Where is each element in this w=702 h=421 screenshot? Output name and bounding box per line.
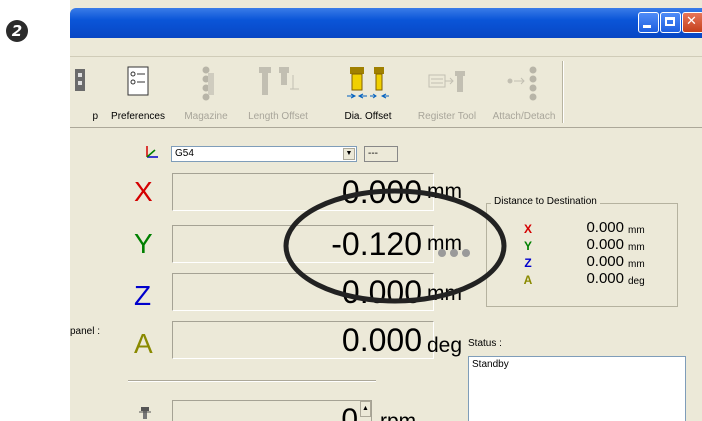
distance-x-letter: X	[523, 222, 532, 236]
toolbar-item-label: Dia. Offset	[344, 111, 392, 122]
spindle-up-arrow[interactable]: ▲	[360, 401, 371, 417]
axis-a-value: 0.000	[341, 322, 422, 358]
truncated-icon	[75, 69, 85, 91]
highlight-ellipse	[283, 188, 507, 304]
status-value: Standby	[472, 359, 509, 370]
dia-offset-icon	[347, 67, 389, 99]
toolbar-item-label: p	[92, 111, 98, 122]
axis-a-letter: A	[134, 328, 153, 359]
distance-y-letter: Y	[523, 239, 532, 253]
toolbar-attach-detach[interactable]: Attach/Detach	[486, 57, 562, 127]
attach-detach-icon	[507, 66, 537, 101]
axis-z-letter: Z	[134, 280, 152, 311]
toolbar: p Preferences Magazine Length Offset Dia…	[70, 57, 702, 128]
distance-a-unit: deg	[628, 276, 645, 287]
spindle-speed-unit: rpm	[380, 410, 416, 421]
toolbar-magazine[interactable]: Magazine	[178, 57, 234, 127]
magazine-icon	[202, 66, 214, 101]
work-coordinate-value: G54	[175, 148, 194, 159]
toolbar-item-label: Length Offset	[248, 111, 308, 122]
close-button[interactable]	[682, 12, 702, 33]
preferences-icon	[127, 66, 149, 96]
distance-z-unit: mm	[628, 259, 645, 270]
panel-label: panel :	[70, 326, 101, 337]
distance-x-value: 0.000	[586, 219, 624, 236]
distance-a-letter: A	[523, 273, 533, 287]
distance-z-letter: Z	[524, 256, 532, 270]
axis-y-letter: Y	[134, 228, 153, 259]
menu-bar	[70, 38, 702, 57]
toolbar-item-label: Preferences	[111, 111, 165, 122]
toolbar-item-label: Magazine	[184, 111, 228, 122]
work-coordinate-select[interactable]: G54 ▼	[171, 146, 357, 162]
axis-x-letter: X	[134, 176, 153, 207]
toolbar-length-offset[interactable]: Length Offset	[238, 57, 318, 127]
minimize-button[interactable]	[638, 12, 659, 33]
application-window: p Preferences Magazine	[70, 0, 702, 421]
toolbar-preferences[interactable]: Preferences	[102, 57, 174, 127]
toolbar-item-truncated[interactable]: p	[70, 57, 106, 127]
title-bar	[70, 8, 702, 38]
distance-x-unit: mm	[628, 225, 645, 236]
toolbar-register-tool[interactable]: Register Tool	[408, 57, 486, 127]
axis-a-unit: deg	[427, 334, 463, 357]
status-field: Standby	[468, 356, 686, 421]
toolbar-item-label: Register Tool	[417, 111, 477, 122]
step-badge: 2	[6, 20, 28, 42]
toolbar-item-label: Attach/Detach	[492, 111, 556, 122]
chevron-down-icon[interactable]: ▼	[343, 148, 355, 160]
distance-y-value: 0.000	[586, 236, 624, 253]
distance-z-value: 0.000	[586, 253, 624, 270]
spindle-icon	[139, 407, 151, 419]
maximize-button[interactable]	[660, 12, 681, 33]
section-divider	[128, 380, 376, 381]
toolbar-separator	[562, 61, 563, 123]
register-tool-icon	[428, 71, 465, 92]
distance-y-unit: mm	[628, 242, 645, 253]
toolbar-dia-offset[interactable]: Dia. Offset	[332, 57, 404, 127]
work-coordinate-extra-field: ---	[364, 146, 398, 162]
spindle-speed-value: 0	[341, 403, 358, 421]
status-label: Status :	[468, 338, 502, 349]
length-offset-icon	[259, 67, 299, 95]
coordinate-system-icon	[146, 146, 158, 158]
distance-a-value: 0.000	[586, 270, 624, 287]
